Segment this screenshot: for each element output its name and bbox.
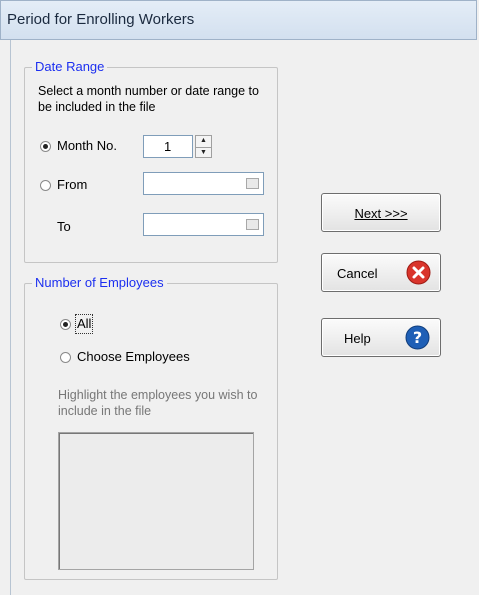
help-button[interactable]: Help ? (321, 318, 441, 357)
window-titlebar: Period for Enrolling Workers (0, 0, 477, 40)
employees-group: Number of Employees All Choose Employees… (24, 275, 278, 580)
employees-listbox[interactable] (58, 432, 254, 570)
date-range-instruction: Select a month number or date range to b… (38, 84, 259, 114)
date-range-group: Date Range Select a month number or date… (24, 59, 278, 263)
cancel-button-label: Cancel (337, 266, 378, 281)
all-radio[interactable] (60, 319, 71, 330)
window-title: Period for Enrolling Workers (7, 11, 195, 28)
help-button-label: Help (344, 331, 371, 346)
to-date-field[interactable] (143, 213, 264, 236)
calendar-icon[interactable] (246, 219, 259, 230)
help-question-icon: ? (405, 325, 430, 350)
dialog-body: Date Range Select a month number or date… (10, 40, 477, 595)
month-no-radio[interactable] (40, 141, 51, 152)
calendar-icon[interactable] (246, 178, 259, 189)
all-label[interactable]: All (74, 314, 94, 334)
radio-selected-dot (63, 322, 68, 327)
spin-down-icon[interactable]: ▼ (196, 146, 211, 158)
cancel-x-icon (406, 260, 431, 285)
month-no-spinner[interactable]: ▲ ▼ (195, 135, 212, 158)
month-no-value: 1 (164, 139, 172, 154)
from-radio[interactable] (40, 180, 51, 191)
from-date-field[interactable] (143, 172, 264, 195)
employees-hint: Highlight the employees you wish to incl… (58, 388, 258, 418)
radio-selected-dot (43, 144, 48, 149)
choose-employees-label[interactable]: Choose Employees (77, 349, 190, 365)
next-button[interactable]: Next >>> (321, 193, 441, 232)
choose-employees-radio[interactable] (60, 352, 71, 363)
next-button-label: Next >>> (354, 206, 408, 221)
svg-text:?: ? (413, 328, 422, 347)
from-label[interactable]: From (57, 177, 87, 193)
spin-up-icon[interactable]: ▲ (196, 136, 211, 147)
month-no-input[interactable]: 1 (143, 135, 193, 158)
date-range-legend: Date Range (32, 59, 108, 74)
month-no-label[interactable]: Month No. (57, 138, 117, 154)
employees-legend: Number of Employees (32, 275, 167, 290)
cancel-button[interactable]: Cancel (321, 253, 441, 292)
to-label: To (57, 219, 71, 234)
